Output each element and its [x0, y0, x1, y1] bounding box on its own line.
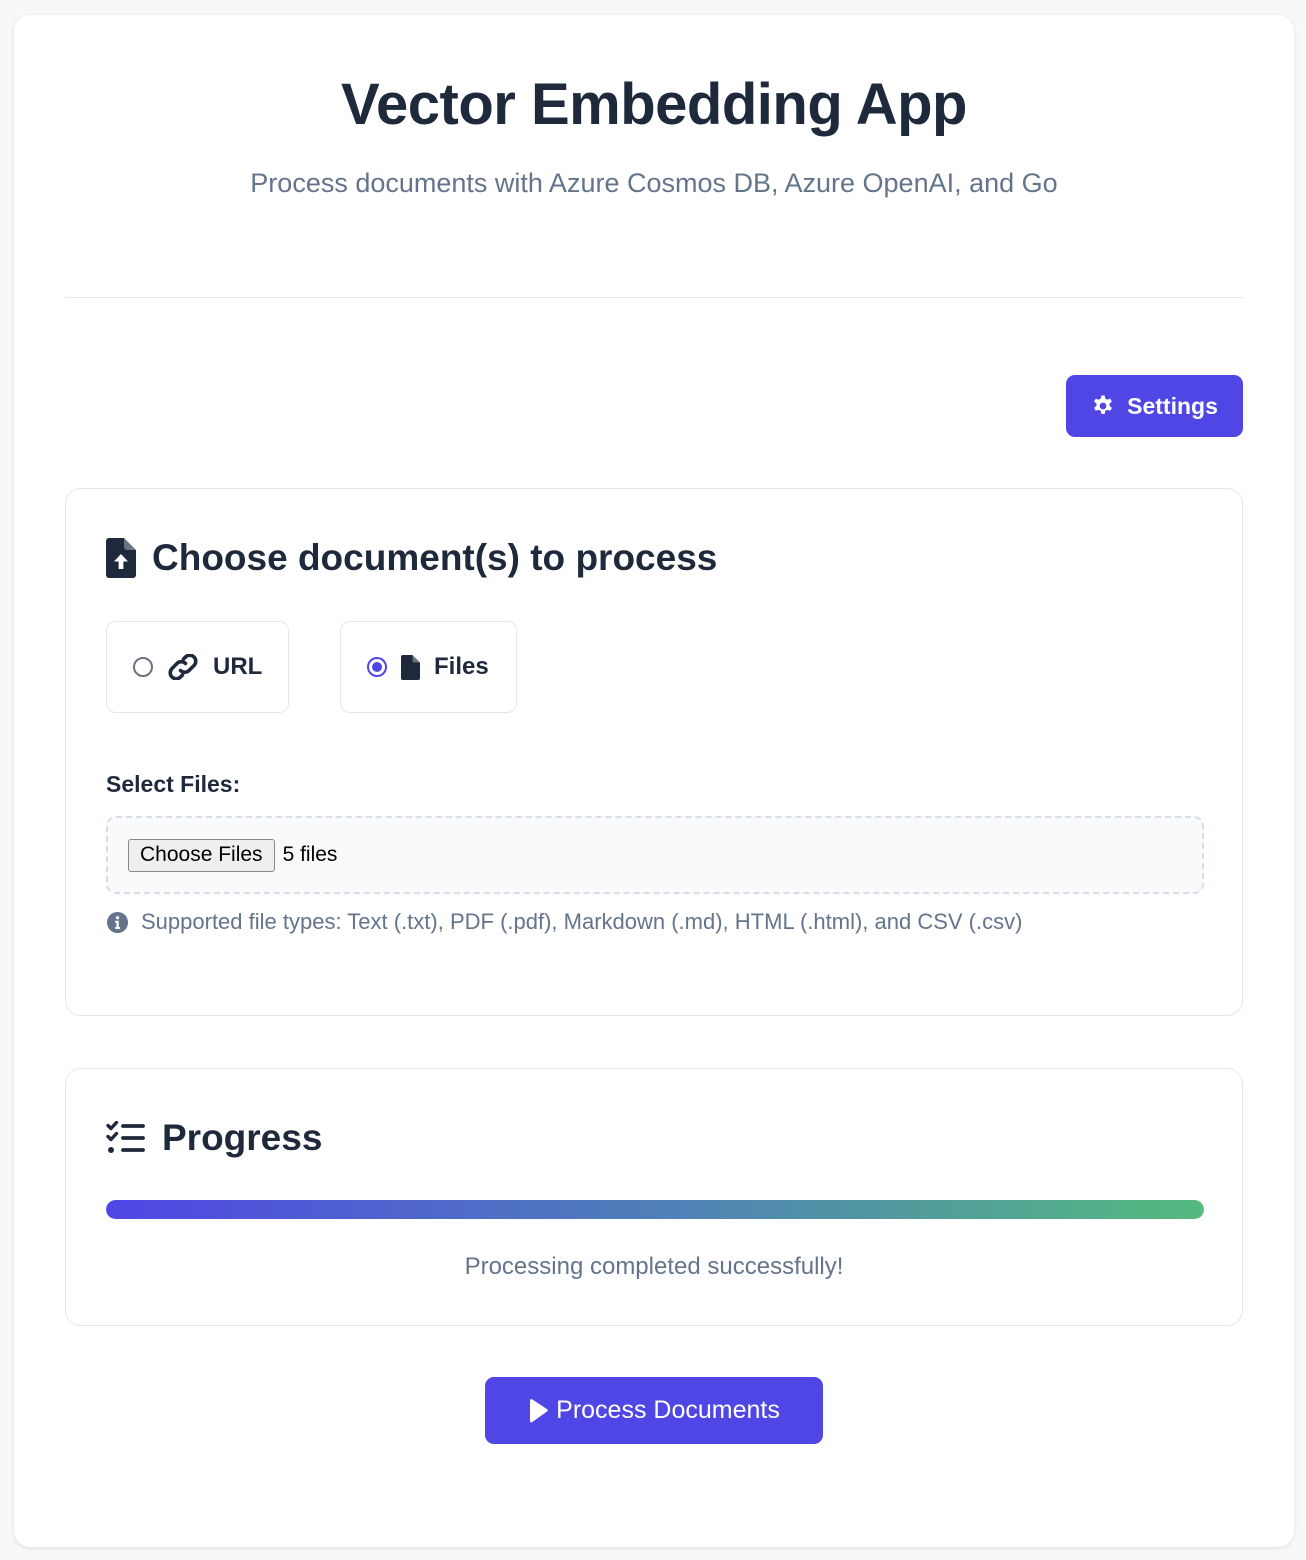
process-documents-button[interactable]: Process Documents [485, 1377, 823, 1444]
progress-status-text: Processing completed successfully! [464, 1253, 844, 1280]
document-section-title: Choose document(s) to process [106, 537, 717, 579]
settings-label: Settings [1127, 392, 1218, 419]
process-documents-label: Process Documents [556, 1396, 780, 1424]
files-radio[interactable] [367, 657, 387, 677]
source-option-files-label: Files [434, 653, 489, 680]
list-check-icon [106, 1121, 146, 1155]
header-divider [65, 297, 1243, 298]
play-icon [528, 1398, 548, 1423]
page-title: Vector Embedding App [341, 72, 967, 137]
source-option-url[interactable]: URL [106, 621, 289, 713]
progress-section-title-text: Progress [162, 1117, 323, 1158]
progress-section-title: Progress [106, 1117, 322, 1159]
supported-types-help: Supported file types: Text (.txt), PDF (… [106, 909, 1022, 935]
info-icon [106, 911, 129, 934]
file-input-zone[interactable]: Choose Files 5 files [106, 816, 1204, 894]
selected-files-count: 5 files [282, 843, 338, 866]
url-radio[interactable] [133, 657, 153, 677]
source-option-files[interactable]: Files [340, 621, 517, 713]
progress-card: Progress Processing completed successful… [65, 1068, 1243, 1326]
settings-button[interactable]: Settings [1066, 375, 1243, 437]
document-section-title-text: Choose document(s) to process [152, 537, 718, 578]
select-files-label: Select Files: [106, 771, 241, 797]
document-source-card: Choose document(s) to process URL Files … [65, 488, 1243, 1016]
gear-icon [1091, 394, 1115, 418]
choose-files-button[interactable]: Choose Files [128, 838, 275, 872]
page-subtitle: Process documents with Azure Cosmos DB, … [250, 168, 1058, 198]
link-icon [167, 654, 199, 680]
progress-bar [106, 1200, 1204, 1219]
file-icon [401, 654, 420, 680]
progress-bar-fill [106, 1200, 1204, 1219]
supported-types-text: Supported file types: Text (.txt), PDF (… [141, 909, 1023, 934]
file-upload-icon [106, 538, 136, 578]
source-option-url-label: URL [213, 653, 263, 680]
app-container: Vector Embedding App Process documents w… [14, 15, 1294, 1547]
